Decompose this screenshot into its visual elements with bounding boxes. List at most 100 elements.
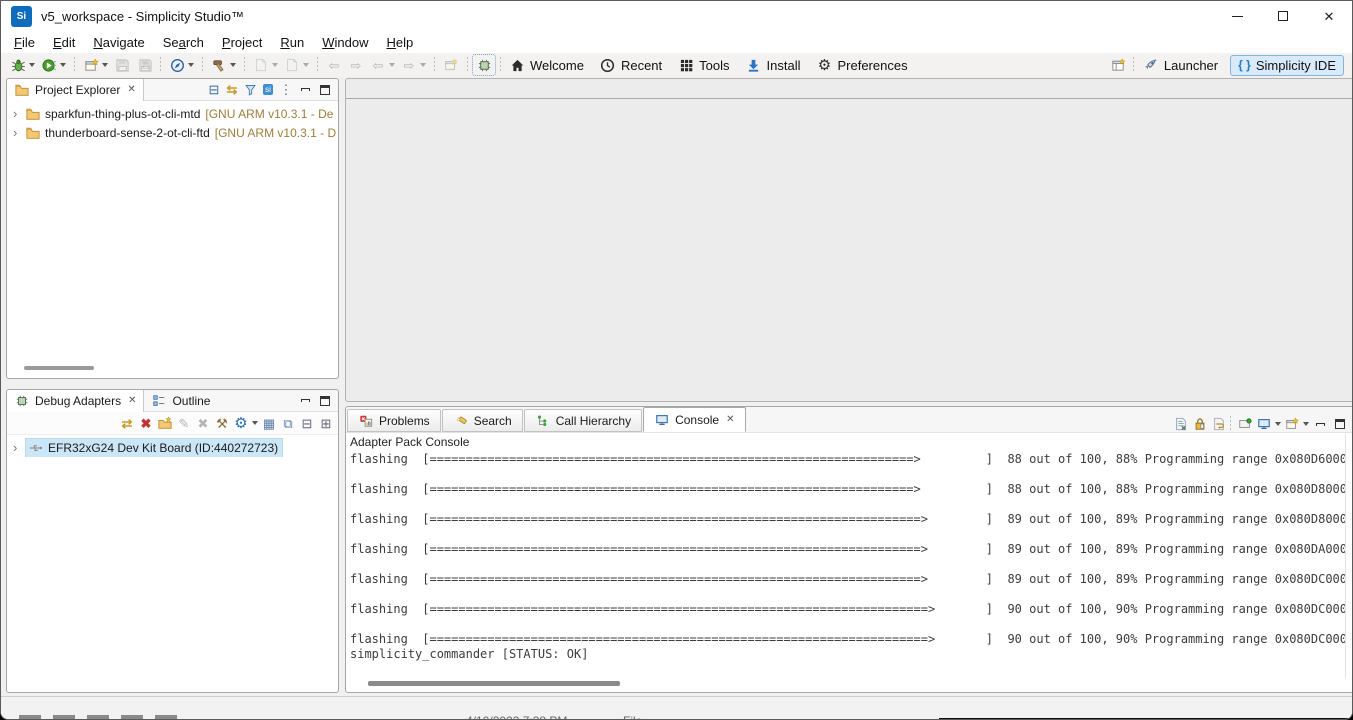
connect-icon[interactable]: ⇄ xyxy=(119,415,135,431)
maximize-view-button[interactable] xyxy=(316,82,334,98)
tab-close-icon[interactable]: ✕ xyxy=(127,84,135,95)
welcome-button[interactable]: Welcome xyxy=(506,55,587,75)
collapse-all-icon[interactable]: ⊟ xyxy=(299,415,315,431)
menu-search[interactable]: Search xyxy=(154,32,213,53)
tab-console[interactable]: Console ✕ xyxy=(643,407,745,432)
word-wrap-icon[interactable] xyxy=(1211,416,1227,432)
forward-button[interactable]: ⇨ xyxy=(398,55,429,75)
console-output[interactable]: flashing [==============================… xyxy=(350,452,1345,676)
pin-console-icon[interactable] xyxy=(1237,416,1253,432)
commit-dropdown[interactable] xyxy=(272,63,278,67)
save-icon xyxy=(114,57,130,73)
clear-console-icon[interactable] xyxy=(1173,416,1189,432)
scroll-lock-icon[interactable] xyxy=(1192,416,1208,432)
view-table-icon[interactable]: ▦ xyxy=(261,415,277,431)
commit-icon xyxy=(253,57,269,73)
tree-row-adapter[interactable]: › EFR32xG24 Dev Kit Board (ID:440272723) xyxy=(7,438,338,457)
clock-icon xyxy=(600,57,616,73)
perspective-launcher-button[interactable]: Launcher xyxy=(1137,55,1224,75)
focus-on-si-icon[interactable]: si xyxy=(260,82,276,98)
disconnect-icon[interactable]: ✖ xyxy=(138,415,154,431)
tree-row-project[interactable]: › sparkfun-thing-plus-ot-cli-mtd [GNU AR… xyxy=(7,104,338,123)
tab-project-explorer[interactable]: Project Explorer ✕ xyxy=(7,79,144,101)
tab-close-icon[interactable]: ✕ xyxy=(128,395,136,406)
save-button[interactable] xyxy=(111,55,133,75)
console-horizontal-scrollbar-thumb[interactable] xyxy=(368,681,620,686)
back-button[interactable]: ⇦ xyxy=(367,55,398,75)
rename-icon[interactable]: ✎ xyxy=(176,415,192,431)
new-wizard-dropdown[interactable] xyxy=(102,63,108,67)
expander-icon[interactable]: › xyxy=(13,125,25,140)
tab-outline[interactable]: Outline xyxy=(144,390,217,412)
horizontal-scrollbar-thumb[interactable] xyxy=(24,366,94,370)
open-perspective-button[interactable] xyxy=(1108,55,1130,75)
menu-help[interactable]: Help xyxy=(377,32,422,53)
perspective-simplicity-ide-button[interactable]: { }Simplicity IDE xyxy=(1230,55,1344,76)
tree-row-project[interactable]: › thunderboard-sense-2-ot-cli-ftd [GNU A… xyxy=(7,123,338,142)
display-console-dropdown[interactable] xyxy=(1275,422,1281,426)
preferences-button[interactable]: ⚙Preferences xyxy=(813,55,910,75)
minimize-view-button[interactable] xyxy=(296,82,314,98)
toolbar-separator xyxy=(202,57,203,73)
view-menu-icon[interactable]: ⋮ xyxy=(278,82,294,98)
run-dropdown[interactable] xyxy=(60,63,66,67)
expand-all-icon[interactable]: ⊞ xyxy=(318,415,334,431)
new-wizard-button[interactable] xyxy=(80,55,111,75)
minimize-view-button[interactable] xyxy=(1311,416,1329,432)
update-dropdown[interactable] xyxy=(303,63,309,67)
menu-edit[interactable]: Edit xyxy=(44,32,84,53)
menu-navigate[interactable]: Navigate xyxy=(84,32,153,53)
forward-annotation-button[interactable]: ⇨ xyxy=(345,55,367,75)
tab-search[interactable]: Search xyxy=(442,409,523,432)
maximize-view-button[interactable] xyxy=(1331,416,1349,432)
back-dropdown[interactable] xyxy=(389,63,395,67)
debug-button[interactable] xyxy=(7,55,38,75)
install-button[interactable]: Install xyxy=(743,55,804,75)
minimize-view-button[interactable] xyxy=(296,393,314,409)
open-console-dropdown[interactable] xyxy=(1303,422,1309,426)
menu-window[interactable]: Window xyxy=(313,32,377,53)
settings-gear-icon[interactable]: ⚙ xyxy=(233,415,249,431)
save-all-button[interactable] xyxy=(133,55,155,75)
open-resource-button[interactable] xyxy=(440,55,462,75)
copy-view-icon[interactable]: ⧉ xyxy=(280,415,296,431)
editor-area[interactable] xyxy=(345,78,1353,402)
settings-gear-dropdown[interactable] xyxy=(252,421,258,425)
new-group-icon[interactable] xyxy=(157,415,173,431)
tab-close-icon[interactable]: ✕ xyxy=(726,414,734,425)
team-commit-button[interactable] xyxy=(250,55,281,75)
device-flash-button[interactable] xyxy=(473,55,495,75)
maximize-view-button[interactable] xyxy=(316,393,334,409)
back-annotation-button[interactable]: ⇦ xyxy=(323,55,345,75)
debug-dropdown[interactable] xyxy=(29,63,35,67)
filter-icon[interactable] xyxy=(242,82,258,98)
build-dropdown[interactable] xyxy=(230,63,236,67)
forward-dropdown[interactable] xyxy=(420,63,426,67)
tab-call-hierarchy[interactable]: Call Hierarchy xyxy=(524,409,642,432)
collapse-all-icon[interactable]: ⊟ xyxy=(206,82,222,98)
menu-file[interactable]: File xyxy=(5,32,44,53)
link-with-editor-icon[interactable]: ⇆ xyxy=(224,82,240,98)
minimize-button[interactable] xyxy=(1214,1,1260,31)
expander-icon[interactable]: › xyxy=(13,440,25,455)
tab-debug-adapters[interactable]: Debug Adapters ✕ xyxy=(7,390,144,412)
delete-icon[interactable]: ✖ xyxy=(195,415,211,431)
tools-button[interactable]: Tools xyxy=(675,55,732,75)
menu-run[interactable]: Run xyxy=(271,32,313,53)
console-vertical-scrollbar[interactable] xyxy=(1345,434,1346,678)
recent-button[interactable]: Recent xyxy=(597,55,665,75)
build-button[interactable] xyxy=(208,55,239,75)
menu-project[interactable]: Project xyxy=(213,32,271,53)
close-button[interactable]: ✕ xyxy=(1306,1,1352,31)
team-update-button[interactable] xyxy=(281,55,312,75)
display-console-icon[interactable] xyxy=(1256,416,1272,432)
external-browser-dropdown[interactable] xyxy=(188,63,194,67)
maximize-button[interactable] xyxy=(1260,1,1306,31)
open-console-icon[interactable] xyxy=(1284,416,1300,432)
title-bar: Si v5_workspace - Simplicity Studio™ ✕ xyxy=(1,1,1352,31)
device-tools-icon[interactable]: ⚒ xyxy=(214,415,230,431)
run-button[interactable] xyxy=(38,55,69,75)
external-browser-button[interactable] xyxy=(166,55,197,75)
expander-icon[interactable]: › xyxy=(13,106,25,121)
tab-problems[interactable]: Problems xyxy=(347,409,441,432)
